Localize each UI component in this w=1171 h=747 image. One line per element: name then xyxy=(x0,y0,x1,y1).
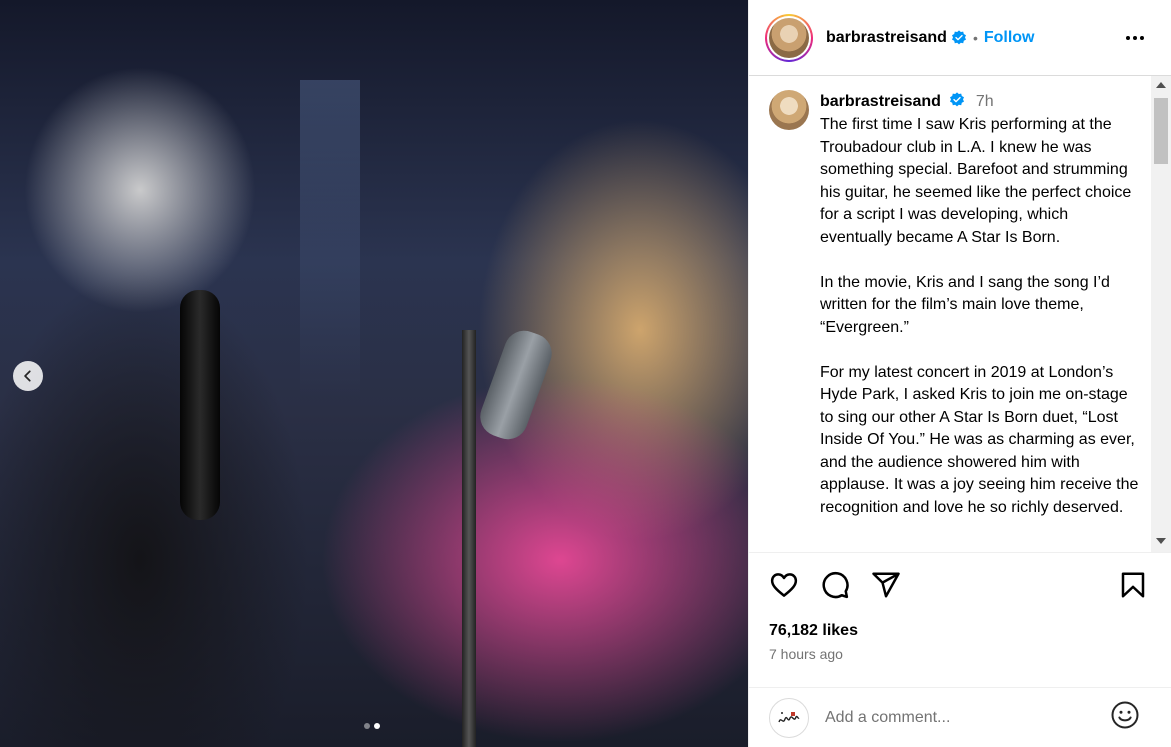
caption-comment: barbrastreisand 7h The first time I saw … xyxy=(749,76,1169,542)
post-timestamp[interactable]: 7 hours ago xyxy=(769,646,1152,662)
carousel-indicator xyxy=(364,723,380,729)
mic-stand xyxy=(462,330,476,747)
comment-button[interactable] xyxy=(820,570,850,600)
separator-bullet: • xyxy=(972,29,978,46)
microphone-left xyxy=(180,290,220,520)
caption-paragraph: In the movie, Kris and I sang the song I… xyxy=(820,273,1110,336)
avatar-story-ring[interactable] xyxy=(765,13,813,62)
add-comment-bar xyxy=(749,687,1171,747)
likes-count[interactable]: 76,182 likes xyxy=(769,622,1152,640)
follow-button[interactable]: Follow xyxy=(984,29,1035,47)
caption-paragraph: The first time I saw Kris performing at … xyxy=(820,116,1132,246)
verified-badge-icon xyxy=(951,29,966,44)
avatar xyxy=(769,17,809,58)
post-side-panel: barbrastreisand • Follow barbrastreisand… xyxy=(748,0,1171,747)
like-button[interactable] xyxy=(769,570,799,600)
share-button[interactable] xyxy=(871,570,901,600)
verified-badge-icon xyxy=(950,92,965,107)
scroll-up-arrow[interactable] xyxy=(1156,82,1166,88)
caption-timestamp[interactable]: 7h xyxy=(976,93,994,110)
microphone-right xyxy=(474,325,558,445)
paper-plane-icon xyxy=(872,572,900,598)
chevron-left-icon xyxy=(24,370,31,382)
scroll-down-arrow[interactable] xyxy=(1156,538,1166,544)
stage-light xyxy=(300,80,360,400)
caption-avatar[interactable] xyxy=(769,90,809,130)
carousel-dot xyxy=(364,723,370,729)
bookmark-icon xyxy=(1121,572,1145,598)
caption-username[interactable]: barbrastreisand xyxy=(820,93,941,110)
post-photo[interactable] xyxy=(0,0,748,747)
caption-scroll-area[interactable]: barbrastreisand 7h The first time I saw … xyxy=(749,76,1169,552)
comment-bubble-icon xyxy=(822,571,849,599)
post-actions: 76,182 likes 7 hours ago xyxy=(749,552,1171,662)
caption-scrollbar[interactable] xyxy=(1151,76,1171,552)
emoji-icon[interactable] xyxy=(1110,700,1140,730)
comment-input[interactable] xyxy=(825,708,1085,727)
caption-paragraph: For my latest concert in 2019 at London’… xyxy=(820,363,1139,516)
carousel-dot-active xyxy=(374,723,380,729)
heart-icon xyxy=(770,573,798,597)
more-options-icon[interactable] xyxy=(1123,26,1147,50)
current-user-avatar xyxy=(769,697,809,738)
logo-avatar-icon xyxy=(778,711,800,722)
save-button[interactable] xyxy=(1118,570,1148,600)
carousel-prev-button[interactable] xyxy=(13,361,43,391)
post-header: barbrastreisand • Follow xyxy=(749,0,1171,76)
header-username[interactable]: barbrastreisand xyxy=(826,29,947,47)
scroll-thumb[interactable] xyxy=(1154,98,1168,164)
